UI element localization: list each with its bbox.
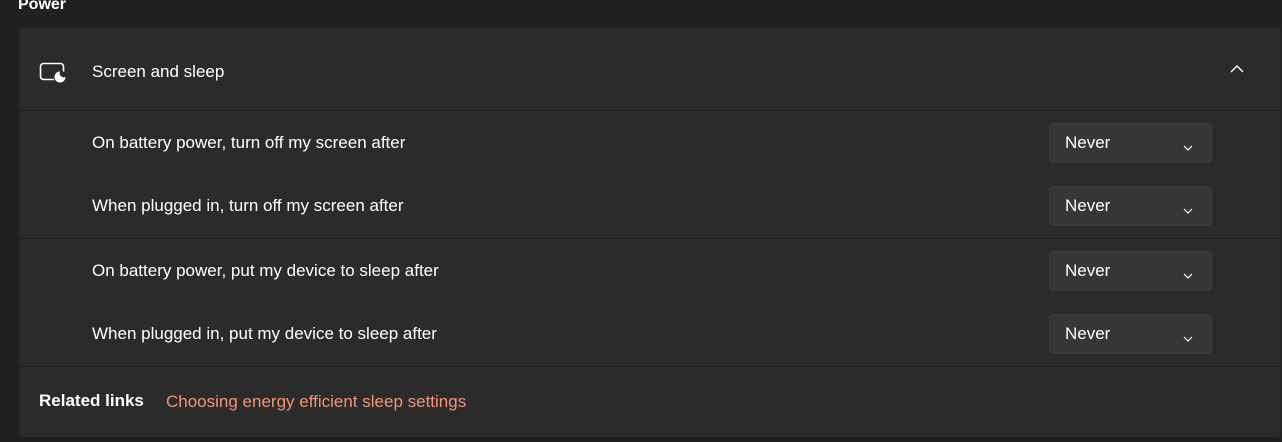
chevron-down-icon <box>1183 330 1193 342</box>
dropdown-value: Never <box>1065 260 1111 280</box>
chevron-down-icon <box>1183 139 1193 151</box>
dropdown-value: Never <box>1065 195 1111 215</box>
screen-sleep-header[interactable]: Screen and sleep <box>19 28 1281 111</box>
dropdown-value: Never <box>1065 323 1111 343</box>
battery-sleep-dropdown[interactable]: Never <box>1049 250 1212 291</box>
plugged-sleep-dropdown[interactable]: Never <box>1049 313 1212 354</box>
power-section-title: Power <box>18 0 67 13</box>
setting-row-battery-screen: On battery power, turn off my screen aft… <box>19 111 1281 174</box>
related-links: Related links Choosing energy efficient … <box>19 366 1281 437</box>
related-links-label: Related links <box>39 391 144 410</box>
setting-row-battery-sleep: On battery power, put my device to sleep… <box>19 239 1281 302</box>
setting-label: When plugged in, turn off my screen afte… <box>92 195 404 215</box>
setting-row-plugged-screen: When plugged in, turn off my screen afte… <box>19 174 1281 237</box>
battery-screen-dropdown[interactable]: Never <box>1049 122 1212 163</box>
chevron-down-icon <box>1183 267 1193 279</box>
chevron-down-icon <box>1183 202 1193 214</box>
dropdown-value: Never <box>1065 132 1111 152</box>
chevron-up-icon[interactable] <box>1229 62 1245 74</box>
energy-sleep-settings-link[interactable]: Choosing energy efficient sleep settings <box>166 392 466 412</box>
plugged-screen-dropdown[interactable]: Never <box>1049 185 1212 226</box>
screen-sleep-title: Screen and sleep <box>92 62 225 81</box>
screen-sleep-panel: Screen and sleep On battery power, turn … <box>19 28 1281 437</box>
setting-label: On battery power, turn off my screen aft… <box>92 132 406 152</box>
setting-row-plugged-sleep: When plugged in, put my device to sleep … <box>19 302 1281 365</box>
setting-label: When plugged in, put my device to sleep … <box>92 323 437 343</box>
setting-label: On battery power, put my device to sleep… <box>92 260 439 280</box>
screen-sleep-icon <box>39 60 67 84</box>
